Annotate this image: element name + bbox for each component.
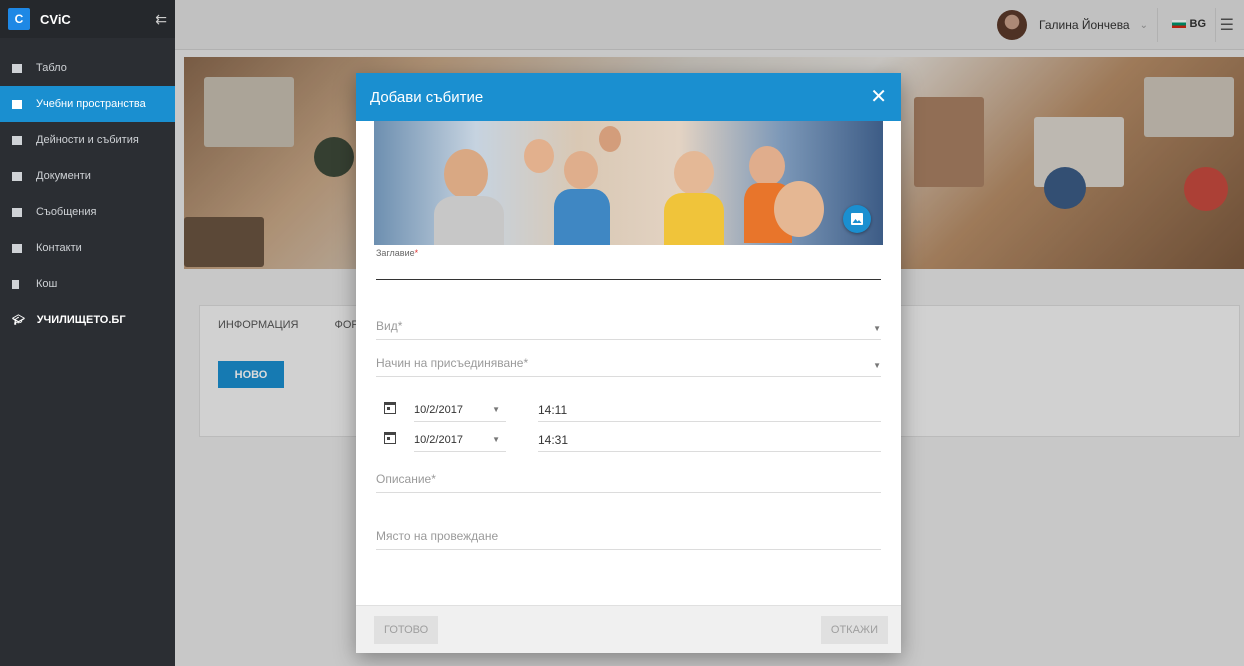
sidebar-item-activities[interactable]: Дейности и събития	[0, 122, 175, 158]
building-icon	[12, 99, 22, 109]
image-icon	[851, 213, 863, 225]
change-image-button[interactable]	[843, 205, 871, 233]
brand-bar: C CViC ⇇	[0, 0, 175, 38]
sidebar-item-learning-spaces[interactable]: Учебни пространства	[0, 86, 175, 122]
end-time-input[interactable]: 14:31	[538, 428, 881, 452]
sidebar-item-label: Документи	[36, 170, 91, 182]
sidebar-item-documents[interactable]: Документи	[0, 158, 175, 194]
end-datetime-row: 10/2/2017 ▼ 14:31	[376, 428, 881, 452]
event-cover-image	[374, 121, 883, 245]
folder-icon	[12, 171, 22, 181]
title-input[interactable]	[376, 258, 881, 280]
location-field[interactable]: Място на провеждане	[376, 526, 881, 550]
app-logo[interactable]: C	[8, 8, 30, 30]
description-field[interactable]: Описание*	[376, 469, 881, 493]
dropdown-caret-icon: ▼	[492, 405, 500, 414]
join-method-select[interactable]: Начин на присъединяване* ▼	[376, 353, 881, 377]
sidebar: C CViC ⇇ Табло Учебни пространства Дейно…	[0, 0, 175, 666]
start-date-value: 10/2/2017	[414, 403, 463, 416]
start-datetime-row: 10/2/2017 ▼ 14:11	[376, 398, 881, 422]
calendar-icon	[12, 135, 22, 145]
trash-icon	[12, 279, 19, 289]
sidebar-item-label: Дейности и събития	[36, 134, 139, 146]
sidebar-nav: Табло Учебни пространства Дейности и съб…	[0, 50, 175, 338]
calendar-icon[interactable]	[384, 432, 396, 444]
envelope-icon	[12, 207, 22, 217]
sidebar-item-label: Контакти	[36, 242, 82, 254]
title-field[interactable]: Заглавие*	[376, 248, 881, 280]
app-name[interactable]: CViC	[40, 12, 155, 27]
sidebar-item-label: Учебни пространства	[36, 98, 146, 110]
dropdown-caret-icon: ▼	[873, 361, 881, 370]
graduation-cap-icon: 🎓︎	[12, 314, 25, 326]
sidebar-item-label: Съобщения	[36, 206, 97, 218]
dropdown-caret-icon: ▼	[492, 435, 500, 444]
description-placeholder: Описание*	[376, 472, 436, 486]
start-date-picker[interactable]: 10/2/2017 ▼	[414, 398, 506, 422]
close-icon[interactable]: ✕	[870, 87, 887, 107]
dialog-footer: ГОТОВО ОТКАЖИ	[356, 605, 901, 653]
add-event-dialog: Добави събитие ✕ Заглавие* Вид* ▼ Начин …	[356, 73, 901, 653]
sidebar-item-school-bg[interactable]: 🎓︎ УЧИЛИЩЕТО.БГ	[0, 302, 175, 338]
sidebar-item-label: Кош	[36, 278, 58, 290]
sidebar-item-dashboard[interactable]: Табло	[0, 50, 175, 86]
end-date-value: 10/2/2017	[414, 433, 463, 446]
dialog-title: Добави събитие	[370, 88, 484, 106]
end-date-picker[interactable]: 10/2/2017 ▼	[414, 428, 506, 452]
join-method-placeholder: Начин на присъединяване*	[376, 356, 529, 370]
type-select[interactable]: Вид* ▼	[376, 316, 881, 340]
collapse-sidebar-icon[interactable]: ⇇	[155, 11, 167, 28]
sidebar-item-label: УЧИЛИЩЕТО.БГ	[36, 314, 126, 326]
dashboard-icon	[12, 63, 22, 73]
contact-card-icon	[12, 243, 22, 253]
calendar-icon[interactable]	[384, 402, 396, 414]
sidebar-item-trash[interactable]: Кош	[0, 266, 175, 302]
dialog-header: Добави събитие ✕	[356, 73, 901, 121]
sidebar-item-messages[interactable]: Съобщения	[0, 194, 175, 230]
done-button[interactable]: ГОТОВО	[374, 616, 439, 644]
sidebar-item-contacts[interactable]: Контакти	[0, 230, 175, 266]
location-placeholder: Място на провеждане	[376, 529, 499, 543]
start-time-input[interactable]: 14:11	[538, 398, 881, 422]
type-placeholder: Вид*	[376, 319, 403, 333]
dropdown-caret-icon: ▼	[873, 324, 881, 333]
cancel-button[interactable]: ОТКАЖИ	[820, 616, 888, 644]
title-label: Заглавие*	[376, 248, 419, 258]
sidebar-item-label: Табло	[36, 62, 67, 74]
